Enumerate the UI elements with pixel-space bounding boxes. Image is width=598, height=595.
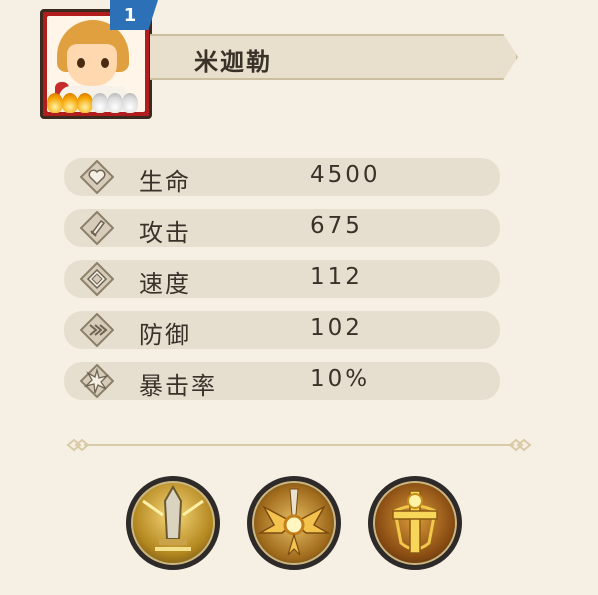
skill-ring bbox=[373, 481, 457, 565]
stat-value: 10% bbox=[310, 366, 371, 392]
diamond-icon bbox=[80, 262, 114, 296]
section-divider bbox=[66, 438, 532, 452]
stat-label: 攻击 bbox=[139, 219, 191, 247]
star-grey-icon bbox=[107, 93, 123, 113]
sword-icon bbox=[80, 211, 114, 245]
star-grey-icon bbox=[92, 93, 108, 113]
hero-eye-right bbox=[101, 58, 109, 68]
crit-burst-icon bbox=[80, 364, 114, 398]
stat-row-attack: 攻击 675 bbox=[64, 209, 500, 247]
skill-ring bbox=[131, 481, 215, 565]
stat-row-hp: 生命 4500 bbox=[64, 158, 500, 196]
stat-label: 生命 bbox=[139, 168, 191, 196]
shield-chevron-icon bbox=[80, 313, 114, 347]
stat-row-defense: 防御 102 bbox=[64, 311, 500, 349]
skill-ring bbox=[252, 481, 336, 565]
sword-rays-skill-icon[interactable] bbox=[126, 476, 220, 570]
holy-cross-skill-icon[interactable] bbox=[368, 476, 462, 570]
hero-face bbox=[67, 44, 117, 86]
stat-value: 4500 bbox=[310, 162, 381, 188]
hero-name: 米迦勒 bbox=[194, 48, 272, 76]
stat-label: 防御 bbox=[139, 321, 191, 349]
stat-row-speed: 速度 112 bbox=[64, 260, 500, 298]
stat-row-crit: 暴击率 10% bbox=[64, 362, 500, 400]
star-gold-icon bbox=[47, 93, 63, 113]
star-gold-icon bbox=[77, 93, 93, 113]
hero-eye-left bbox=[77, 58, 85, 68]
stat-value: 675 bbox=[310, 213, 363, 239]
stat-label: 暴击率 bbox=[139, 372, 217, 400]
star-rating bbox=[47, 93, 138, 113]
star-gold-icon bbox=[62, 93, 78, 113]
level-number: 1 bbox=[123, 4, 137, 26]
heart-icon bbox=[80, 160, 114, 194]
star-grey-icon bbox=[122, 93, 138, 113]
stat-label: 速度 bbox=[139, 270, 191, 298]
stat-value: 102 bbox=[310, 315, 363, 341]
hero-detail-panel: 1 米迦勒 生命 4500 攻击 675 速度 112 防御 102 暴击率 1… bbox=[0, 0, 598, 595]
stat-value: 112 bbox=[310, 264, 363, 290]
golden-wings-skill-icon[interactable] bbox=[247, 476, 341, 570]
